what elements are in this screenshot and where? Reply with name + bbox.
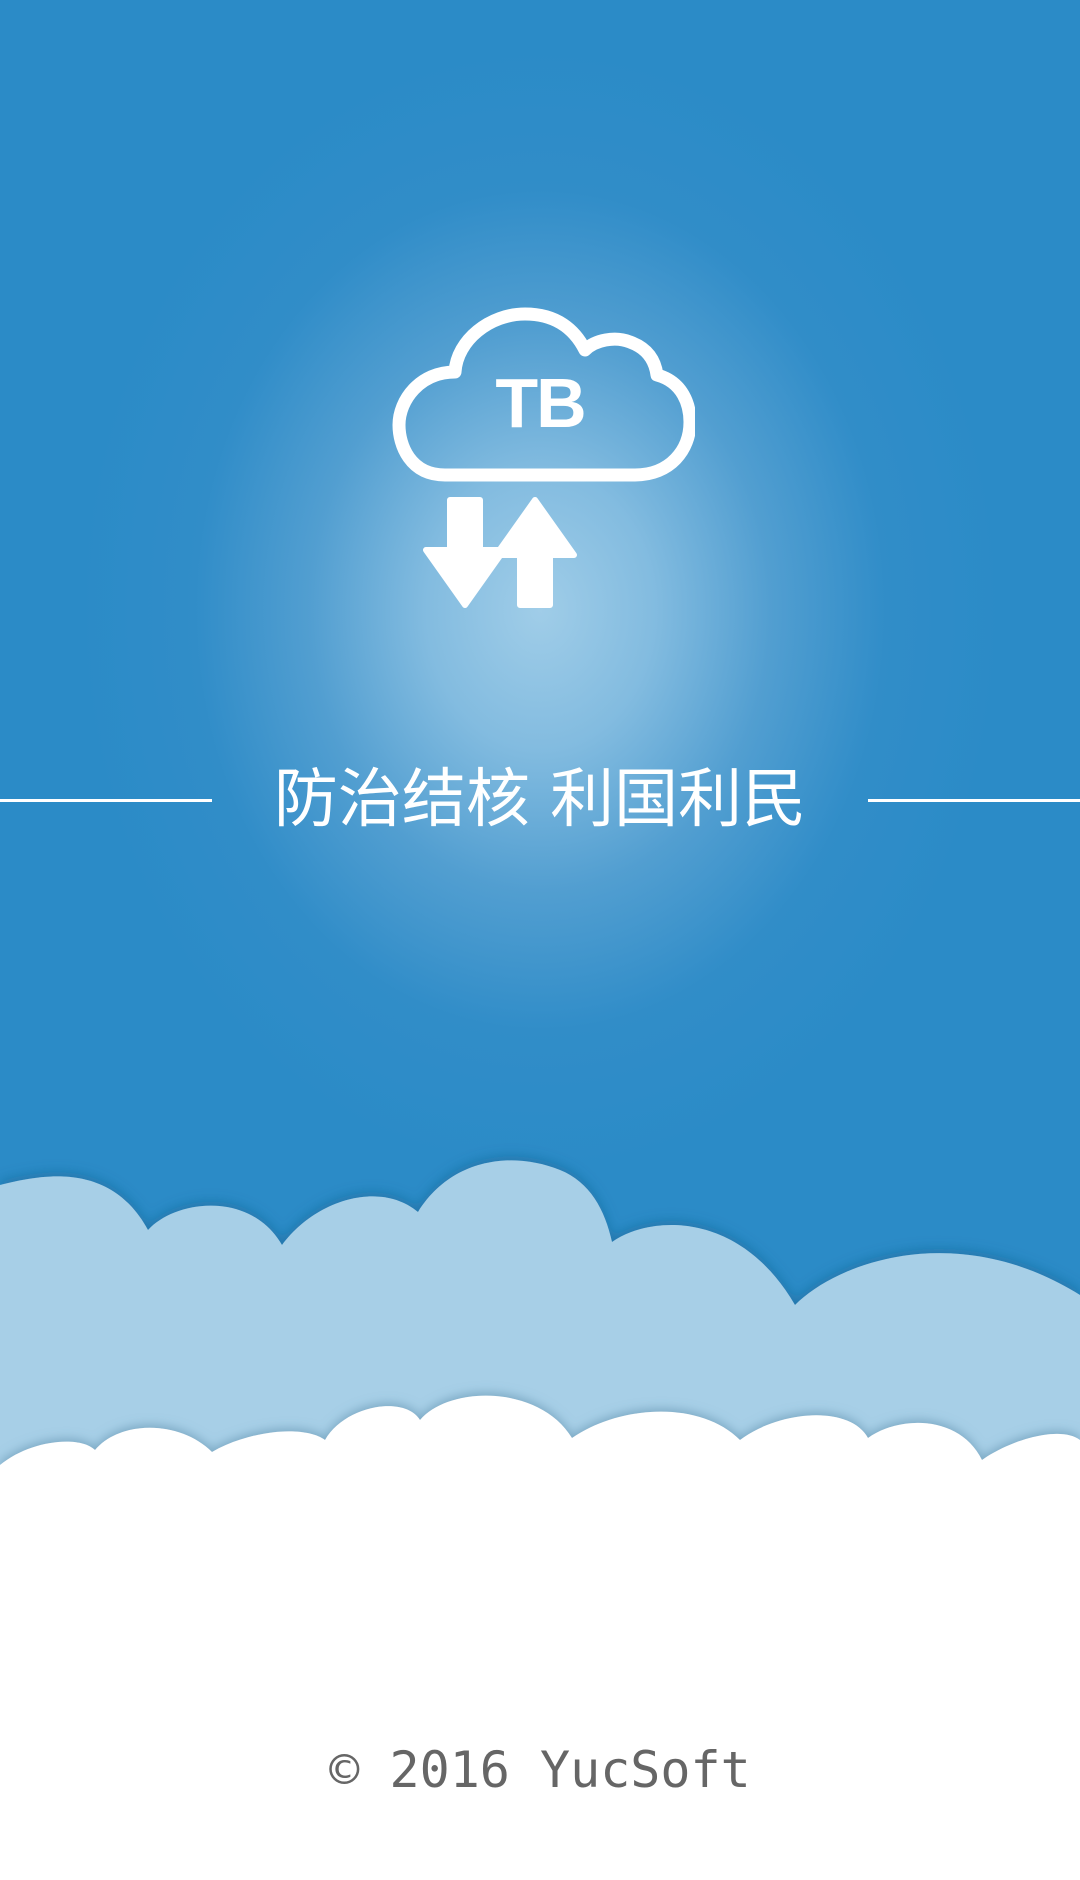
slogan-row: 防治结核 利国利民: [0, 755, 1080, 845]
front-cloud-layer: [0, 1395, 1080, 1880]
arrow-down-icon: [423, 497, 507, 608]
slogan-text: 防治结核 利国利民: [273, 763, 807, 837]
slogan-divider-right: [868, 799, 1080, 802]
slogan-divider-left: [0, 799, 212, 802]
logo-text: TB: [495, 364, 586, 442]
copyright-text: © 2016 YucSoft: [329, 1741, 751, 1799]
cloud-transfer-icon: [392, 307, 695, 608]
arrow-up-icon: [493, 497, 577, 608]
